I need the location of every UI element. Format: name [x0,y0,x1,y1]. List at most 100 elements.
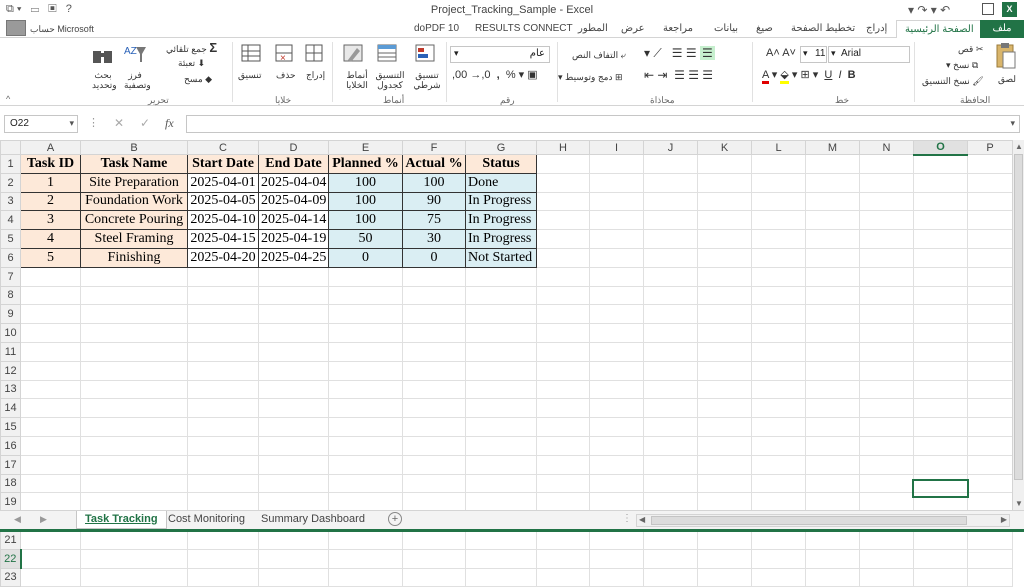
cell-l15[interactable] [751,417,806,437]
cell-k12[interactable] [697,360,752,381]
cell-g1[interactable]: Status [465,154,537,174]
cell-n21[interactable] [859,529,914,550]
cell-d13[interactable] [258,379,329,400]
cell-p10[interactable] [967,323,1013,343]
number-format-buttons[interactable]: ,00 →,0 , % ▾ ▣ [452,70,538,81]
cell-g22[interactable] [465,548,537,569]
cell-g15[interactable] [465,417,537,437]
cell-g19[interactable] [465,492,537,513]
cell-l14[interactable] [751,398,806,419]
cell-f22[interactable] [402,548,466,569]
cell-a12[interactable] [20,360,81,381]
cell-d11[interactable] [258,341,329,362]
font-size-grow-shrink[interactable]: A˄ A˅ [766,48,796,59]
cell-a19[interactable] [20,492,81,513]
cell-j12[interactable] [643,360,698,381]
cell-j22[interactable] [643,548,698,569]
cell-p18[interactable] [967,473,1013,494]
sheet-tab-summary-dashboard[interactable]: Summary Dashboard [253,511,373,529]
cell-b19[interactable] [80,492,188,513]
cell-k21[interactable] [697,529,752,550]
cell-l6[interactable] [751,247,806,268]
cell-g10[interactable] [465,323,537,343]
autosum-button[interactable]: جمع تلقائي Σ [166,41,217,55]
cell-a2[interactable]: 1 [20,172,81,193]
cell-d4[interactable]: 2025-04-14 [258,210,329,231]
cell-i22[interactable] [589,548,644,569]
cell-j17[interactable] [643,454,698,475]
cell-b2[interactable]: Site Preparation [80,172,188,193]
cell-h17[interactable] [536,454,590,475]
cell-e2[interactable]: 100 [328,172,403,193]
row-header-9[interactable]: 9 [0,304,21,325]
cell-e4[interactable]: 100 [328,210,403,231]
cell-g13[interactable] [465,379,537,400]
tab-file[interactable]: ملف [980,20,1024,38]
cell-g21[interactable] [465,529,537,550]
cell-d19[interactable] [258,492,329,513]
insert-cells-label[interactable]: إدراج [306,70,325,81]
cell-k23[interactable] [697,567,752,587]
cell-g23[interactable] [465,567,537,587]
tab-view[interactable]: عرض [621,22,645,36]
cell-c11[interactable] [187,341,259,362]
tab-home[interactable]: الصفحة الرئيسية [896,20,983,39]
delete-cells-icon[interactable]: × [274,42,302,68]
cell-e3[interactable]: 100 [328,191,403,212]
cell-e1[interactable]: Planned % [328,154,403,174]
cell-h7[interactable] [536,266,590,287]
cell-j10[interactable] [643,323,698,343]
cell-m2[interactable] [805,172,860,193]
account-label[interactable]: حساب Microsoft [30,22,94,36]
cell-c8[interactable] [187,285,259,306]
cell-i17[interactable] [589,454,644,475]
sheet-nav-prev-icon[interactable]: ◀ [14,514,21,525]
formula-input[interactable]: ▾ [186,115,1020,133]
cell-b14[interactable] [80,398,188,419]
cell-a18[interactable] [20,473,81,494]
row-header-8[interactable]: 8 [0,285,21,306]
cell-i4[interactable] [589,210,644,231]
cell-p15[interactable] [967,417,1013,437]
column-header-n[interactable]: N [859,140,914,155]
cell-p7[interactable] [967,266,1013,287]
row-header-22[interactable]: 22 [0,548,22,569]
cell-k9[interactable] [697,304,752,325]
cell-b15[interactable] [80,417,188,437]
cell-d6[interactable]: 2025-04-25 [258,247,329,268]
cell-b21[interactable] [80,529,188,550]
cell-j21[interactable] [643,529,698,550]
cell-m1[interactable] [805,154,860,174]
cell-o14[interactable] [913,398,968,419]
cell-g18[interactable] [465,473,537,494]
cell-o2[interactable] [913,172,968,193]
cell-f19[interactable] [402,492,466,513]
cell-e23[interactable] [328,567,403,587]
cell-p13[interactable] [967,379,1013,400]
cell-k16[interactable] [697,435,752,456]
cell-b17[interactable] [80,454,188,475]
cell-i12[interactable] [589,360,644,381]
cell-i16[interactable] [589,435,644,456]
cell-h14[interactable] [536,398,590,419]
tab-developer[interactable]: المطور [578,22,608,36]
cell-j23[interactable] [643,567,698,587]
cell-e21[interactable] [328,529,403,550]
tab-insert[interactable]: إدراج [866,22,887,36]
cell-m22[interactable] [805,548,860,569]
cell-a8[interactable] [20,285,81,306]
tab-dopdf[interactable]: doPDF 10 [414,22,459,36]
cell-l8[interactable] [751,285,806,306]
cell-d18[interactable] [258,473,329,494]
cell-d22[interactable] [258,548,329,569]
cell-j13[interactable] [643,379,698,400]
cell-f6[interactable]: 0 [402,247,466,268]
cell-h18[interactable] [536,473,590,494]
cell-o22[interactable] [913,548,968,569]
cell-b3[interactable]: Foundation Work [80,191,188,212]
cell-a7[interactable] [20,266,81,287]
cell-b18[interactable] [80,473,188,494]
cell-n23[interactable] [859,567,914,587]
column-header-o[interactable]: O [913,140,968,156]
cell-c22[interactable] [187,548,259,569]
